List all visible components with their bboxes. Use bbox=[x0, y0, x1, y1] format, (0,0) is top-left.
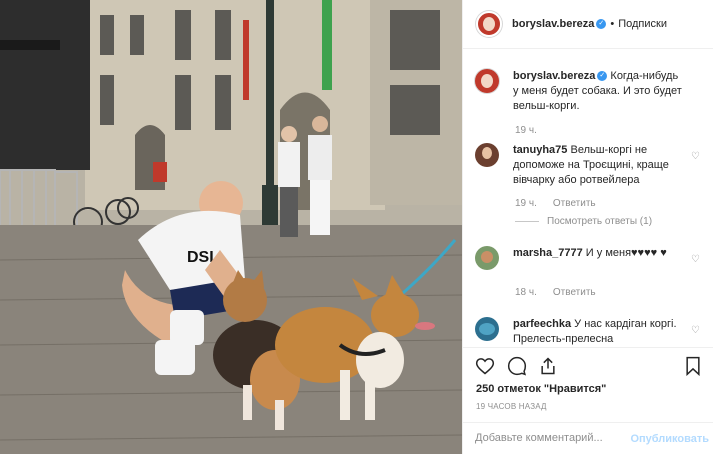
comment-item: parfeechka У нас кардіган коргі. Прелест… bbox=[475, 317, 701, 346]
comment-text-block: tanuyha75 Вельш-коргі не допоможе на Тро… bbox=[513, 143, 683, 188]
comment-time[interactable]: 18 ч. bbox=[515, 287, 537, 298]
comment-username[interactable]: parfeechka bbox=[513, 318, 571, 330]
caption-meta: 19 ч. bbox=[515, 125, 553, 136]
reply-button[interactable]: Ответить bbox=[553, 287, 596, 298]
view-replies-button[interactable]: Посмотреть ответы (1) bbox=[515, 216, 652, 227]
comment-item: tanuyha75 Вельш-коргі не допоможе на Тро… bbox=[475, 143, 701, 188]
bookmark-icon[interactable] bbox=[683, 356, 703, 376]
separator-dot: • bbox=[610, 18, 615, 30]
author-username[interactable]: boryslav.bereza bbox=[512, 18, 594, 30]
post-side-panel: boryslav.bereza ✓ • Подписки boryslav.berez… bbox=[462, 0, 713, 454]
commenter-avatar[interactable] bbox=[475, 317, 499, 341]
likes-count[interactable]: 250 отметок "Нравится" bbox=[476, 383, 606, 395]
small-heart-icon[interactable]: ♡ bbox=[691, 254, 701, 265]
comment-item: marsha_7777 И у меня♥♥♥♥ ♥ ♡ bbox=[475, 246, 701, 270]
verified-badge-icon: ✓ bbox=[597, 71, 608, 82]
comment-input[interactable] bbox=[475, 432, 625, 444]
publish-button[interactable]: Опубликовать bbox=[630, 433, 709, 445]
comment-icon[interactable] bbox=[507, 356, 527, 376]
reply-button[interactable]: Ответить bbox=[553, 198, 596, 209]
heart-icon[interactable] bbox=[475, 356, 495, 376]
comment-username[interactable]: marsha_7777 bbox=[513, 247, 583, 259]
caption: boryslav.bereza ✓ Когда-нибудь у меня буд… bbox=[475, 69, 701, 114]
small-heart-icon[interactable]: ♡ bbox=[691, 151, 701, 162]
caption-time[interactable]: 19 ч. bbox=[515, 125, 537, 136]
photo-man-with-corgis: DSL bbox=[0, 0, 462, 454]
comment-time[interactable]: 19 ч. bbox=[515, 198, 537, 209]
share-icon[interactable] bbox=[538, 356, 558, 376]
comment-composer: Опубликовать bbox=[463, 422, 713, 455]
comment-text-block: parfeechka У нас кардіган коргі. Прелест… bbox=[513, 317, 683, 346]
commenter-avatar[interactable] bbox=[475, 143, 499, 167]
comment-meta: 19 ч. Ответить bbox=[515, 198, 612, 209]
caption-text-block: boryslav.bereza ✓ Когда-нибудь у меня буд… bbox=[513, 69, 683, 114]
instagram-post: DSL boryslav.bereza ✓ • Подписки borysla… bbox=[0, 0, 713, 454]
post-photo[interactable]: DSL bbox=[0, 0, 462, 454]
caption-username[interactable]: boryslav.bereza bbox=[513, 70, 595, 82]
comment-meta: 18 ч. Ответить bbox=[515, 287, 612, 298]
author-avatar[interactable] bbox=[476, 11, 502, 37]
comment-text-block: marsha_7777 И у меня♥♥♥♥ ♥ bbox=[513, 246, 683, 270]
action-bar bbox=[463, 347, 713, 378]
verified-badge-icon: ✓ bbox=[596, 19, 607, 30]
post-header: boryslav.bereza ✓ • Подписки bbox=[463, 0, 713, 49]
comment-text: И у меня♥♥♥♥ ♥ bbox=[585, 247, 667, 259]
comment-username[interactable]: tanuyha75 bbox=[513, 144, 567, 156]
post-timestamp[interactable]: 19 ЧАСОВ НАЗАД bbox=[476, 402, 547, 411]
author-line: boryslav.bereza ✓ • Подписки bbox=[512, 18, 667, 30]
small-heart-icon[interactable]: ♡ bbox=[691, 325, 701, 336]
caption-avatar[interactable] bbox=[475, 69, 499, 93]
comments-list[interactable]: boryslav.bereza ✓ Когда-нибудь у меня буд… bbox=[463, 49, 713, 346]
following-button[interactable]: Подписки bbox=[618, 18, 667, 30]
commenter-avatar[interactable] bbox=[475, 246, 499, 270]
